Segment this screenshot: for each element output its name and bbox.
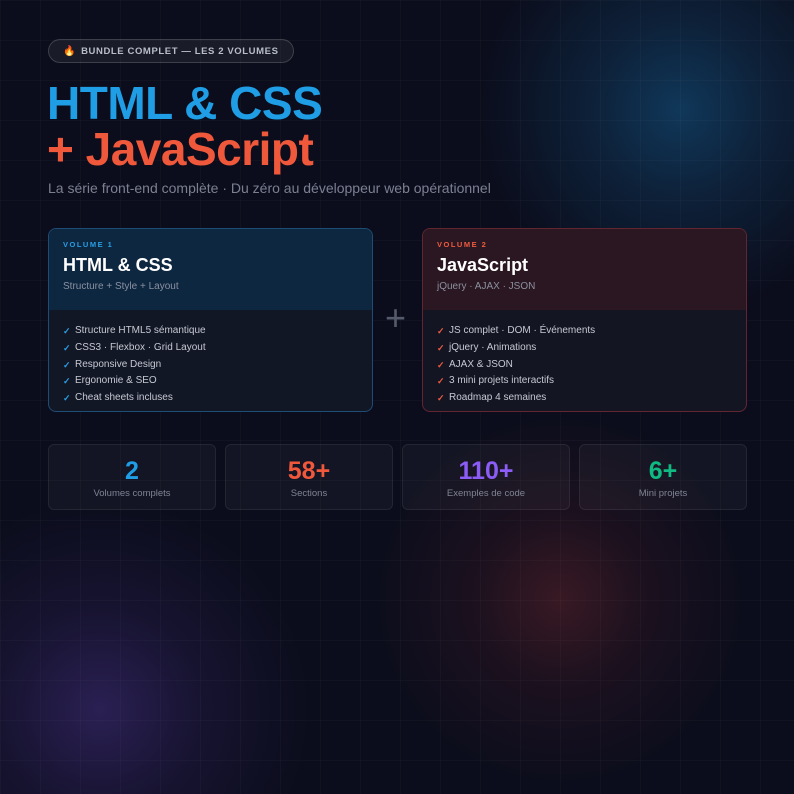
feature-item: ✓ Cheat sheets incluses bbox=[63, 390, 358, 407]
stat-value: 110+ bbox=[458, 457, 514, 485]
feature-item: ✓ jQuery · Animations bbox=[437, 340, 732, 357]
check-icon: ✓ bbox=[437, 376, 445, 387]
page-title: HTML & CSS + JavaScript bbox=[47, 77, 323, 175]
stat-code-examples: 110+ Exemples de code bbox=[402, 444, 570, 510]
volume-tagline: jQuery · AJAX · JSON bbox=[437, 281, 536, 292]
stat-mini-projects: 6+ Mini projets bbox=[579, 444, 747, 510]
plus-icon: + bbox=[385, 297, 407, 338]
page-subtitle: La série front-end complète · Du zéro au… bbox=[48, 180, 491, 196]
volume-tagline: Structure + Style + Layout bbox=[63, 281, 179, 292]
check-icon: ✓ bbox=[437, 342, 445, 353]
feature-text: Structure HTML5 sémantique bbox=[75, 325, 206, 336]
fire-icon: 🔥 bbox=[63, 45, 77, 57]
feature-item: ✓ JS complet · DOM · Événements bbox=[437, 323, 732, 340]
stat-label: Sections bbox=[290, 488, 328, 499]
check-icon: ✓ bbox=[437, 359, 445, 370]
bundle-badge: 🔥 BUNDLE COMPLET — LES 2 VOLUMES bbox=[48, 39, 294, 63]
check-icon: ✓ bbox=[63, 376, 71, 387]
stat-sections: 58+ Sections bbox=[225, 444, 393, 510]
check-icon: ✓ bbox=[437, 393, 445, 404]
feature-text: Responsive Design bbox=[75, 358, 162, 370]
bundle-badge-text: BUNDLE COMPLET — LES 2 VOLUMES bbox=[81, 45, 279, 57]
feature-list: ✓ Structure HTML5 sémantique ✓ CSS3 · Flex… bbox=[49, 310, 372, 407]
feature-item: ✓ AJAX & JSON bbox=[437, 357, 732, 374]
feature-item: ✓ Responsive Design bbox=[63, 357, 358, 374]
check-icon: ✓ bbox=[63, 359, 71, 370]
feature-item: ✓ 3 mini projets interactifs bbox=[437, 373, 732, 390]
check-icon: ✓ bbox=[63, 326, 71, 336]
check-icon: ✓ bbox=[63, 342, 71, 353]
title-line-javascript: + JavaScript bbox=[47, 123, 314, 175]
stat-label: Exemples de code bbox=[446, 488, 526, 499]
feature-text: AJAX & JSON bbox=[449, 358, 513, 370]
stat-value: 6+ bbox=[648, 457, 678, 485]
volume-card-javascript: VOLUME 2 JavaScript jQuery · AJAX · JSON… bbox=[422, 228, 747, 412]
feature-text: Roadmap 4 semaines bbox=[449, 392, 547, 404]
page: 🔥 BUNDLE COMPLET — LES 2 VOLUMES HTML & … bbox=[0, 0, 794, 794]
stat-label: Volumes complets bbox=[93, 488, 171, 499]
volume-label: VOLUME 2 bbox=[437, 240, 488, 249]
feature-text: CSS3 · Flexbox · Grid Layout bbox=[75, 341, 206, 353]
feature-list: ✓ JS complet · DOM · Événements ✓ jQuery ·… bbox=[423, 310, 746, 407]
feature-item: ✓ Ergonomie & SEO bbox=[63, 373, 358, 390]
check-icon: ✓ bbox=[63, 393, 71, 404]
feature-item: ✓ Structure HTML5 sémantique bbox=[63, 323, 358, 340]
volume-name: JavaScript bbox=[437, 255, 529, 275]
title-line-html-css: HTML & CSS bbox=[47, 77, 323, 129]
feature-text: Cheat sheets incluses bbox=[75, 392, 173, 404]
feature-text: 3 mini projets interactifs bbox=[449, 375, 555, 387]
feature-item: ✓ Roadmap 4 semaines bbox=[437, 390, 732, 407]
stat-value: 58+ bbox=[287, 457, 331, 485]
feature-text: JS complet · DOM · Événements bbox=[449, 325, 596, 336]
stat-volumes: 2 Volumes complets bbox=[48, 444, 216, 510]
volume-card-header: VOLUME 2 JavaScript jQuery · AJAX · JSON bbox=[423, 229, 746, 310]
volume-card-header: VOLUME 1 HTML & CSS Structure + Style + … bbox=[49, 229, 372, 310]
volume-label: VOLUME 1 bbox=[63, 240, 114, 249]
check-icon: ✓ bbox=[437, 326, 445, 336]
volume-name: HTML & CSS bbox=[63, 255, 173, 275]
stat-value: 2 bbox=[125, 457, 139, 485]
feature-item: ✓ CSS3 · Flexbox · Grid Layout bbox=[63, 340, 358, 357]
feature-text: jQuery · Animations bbox=[449, 341, 537, 353]
stat-label: Mini projets bbox=[638, 488, 688, 499]
volume-card-html-css: VOLUME 1 HTML & CSS Structure + Style + … bbox=[48, 228, 373, 412]
feature-text: Ergonomie & SEO bbox=[75, 375, 157, 387]
